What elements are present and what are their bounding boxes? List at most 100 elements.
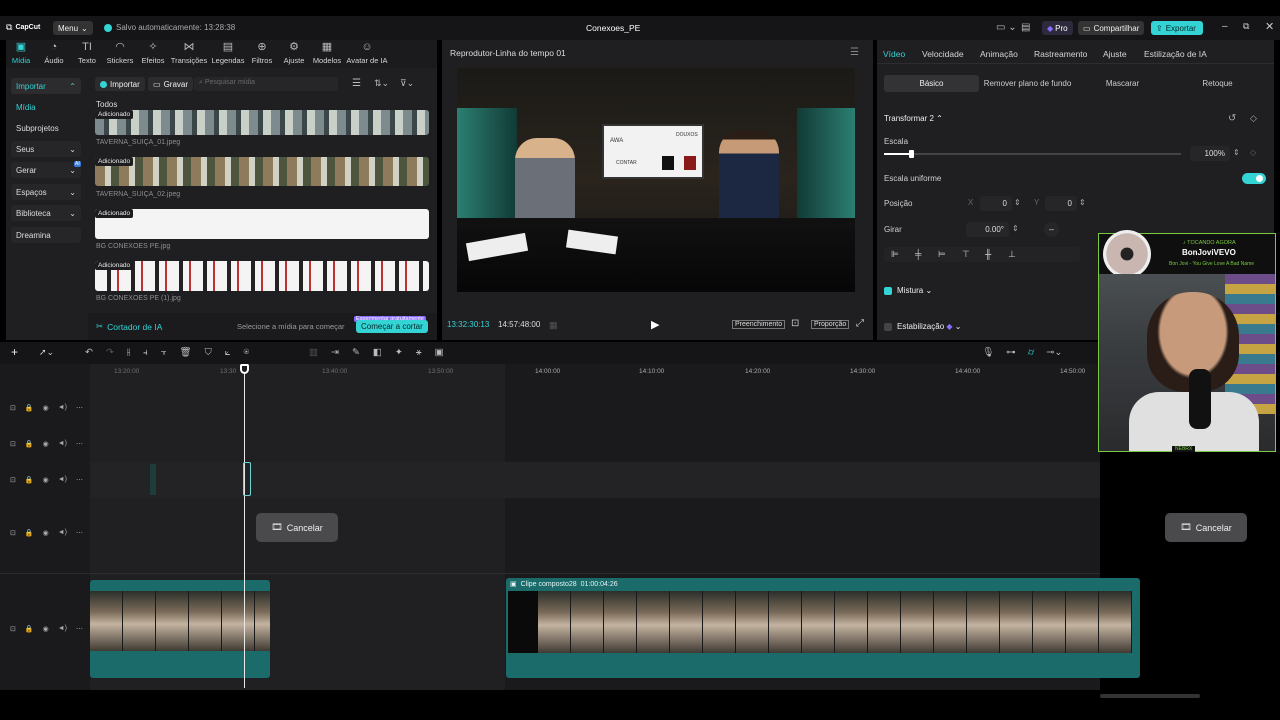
playhead-handle[interactable] — [240, 364, 249, 374]
tab-speed[interactable]: Velocidade — [922, 49, 964, 59]
more-icon[interactable]: ⋯ — [76, 476, 83, 484]
pen-icon[interactable]: ✎ — [352, 347, 360, 358]
tab-audio[interactable]: ◔ Áudio — [37, 42, 71, 66]
video-preview[interactable]: AWA CONTAR DOUXOS — [457, 68, 855, 292]
eye-icon[interactable]: ◉ — [43, 440, 49, 448]
subtab-mask[interactable]: Mascarar — [1075, 75, 1170, 92]
shortcuts-icon[interactable]: ▤ — [1021, 22, 1030, 33]
volume-icon[interactable]: ◄) — [58, 625, 67, 633]
stabilize-checkbox[interactable] — [884, 323, 892, 331]
track-toggle-icon[interactable]: ⊡ — [10, 404, 16, 412]
share-button[interactable]: ▭ Compartilhar — [1078, 21, 1145, 35]
magnet-icon[interactable]: ⌭ — [1028, 347, 1035, 358]
small-clip[interactable] — [150, 464, 156, 495]
redo-icon[interactable]: ↷ — [106, 347, 114, 358]
more-icon[interactable]: ⋯ — [76, 625, 83, 633]
compound-clip[interactable]: ▣ Clipe composto28 01:00:04:26 — [506, 578, 1140, 678]
fill-button[interactable]: Preenchimento — [732, 320, 786, 329]
blend-label[interactable]: Mistura ⌄ — [897, 286, 932, 295]
tab-filters[interactable]: ⊕ Filtros — [245, 42, 279, 66]
import-nav[interactable]: Importar ⌃ — [11, 78, 81, 94]
lock-icon[interactable]: 🔒 — [25, 404, 34, 412]
tab-animation[interactable]: Animação — [980, 49, 1018, 59]
magic-icon[interactable]: ✦ — [395, 347, 403, 358]
mirror-icon[interactable]: ◧ — [373, 347, 382, 358]
subtab-remove-bg[interactable]: Remover plano de fundo — [980, 75, 1075, 92]
effect-tool-icon[interactable]: ⍟ — [243, 347, 249, 358]
uniform-scale-toggle[interactable] — [1242, 173, 1266, 184]
track-toggle-icon[interactable]: ⊡ — [10, 625, 16, 633]
tab-ai-avatar[interactable]: ☺ Avatar de IA — [345, 42, 389, 66]
close-icon[interactable]: ✕ — [1265, 20, 1274, 33]
layout-icon[interactable]: ▭ ⌄ — [996, 22, 1017, 33]
transform-header[interactable]: Transformar 2 ⌃ — [884, 114, 943, 123]
menu-button[interactable]: Menu ⌄ — [53, 21, 93, 35]
eye-icon[interactable]: ◉ — [43, 529, 49, 537]
start-cutting-button[interactable]: Começar a cortar — [356, 320, 428, 333]
tab-tracking[interactable]: Rastreamento — [1034, 49, 1087, 59]
ratio-button[interactable]: Proporção — [811, 320, 850, 329]
sort-icon[interactable]: ⇅⌄ — [374, 78, 389, 89]
filter-icon[interactable]: ⊽⌄ — [400, 78, 414, 89]
tab-templates[interactable]: ▦ Modelos — [310, 42, 344, 66]
mic-icon[interactable]: 🎙 — [982, 347, 994, 358]
select-tool-icon[interactable]: ➚⌄ — [39, 347, 54, 358]
keyframe-icon[interactable]: ◇ — [1250, 113, 1257, 124]
subtab-basic[interactable]: Básico — [884, 75, 979, 92]
tab-adjust[interactable]: ⚙ Ajuste — [277, 42, 311, 66]
align-middle-icon[interactable]: ╫ — [985, 249, 991, 259]
tab-ai-style[interactable]: Estilização de IA — [1144, 49, 1207, 59]
nav-yours[interactable]: Seus ⌄ — [11, 141, 81, 157]
timeline-icon[interactable]: ▦ — [549, 320, 558, 331]
rotate-input[interactable]: 0.00° — [966, 222, 1009, 237]
list-view-icon[interactable]: ☰ — [352, 78, 361, 89]
undo-icon[interactable]: ↶ — [85, 347, 93, 358]
align-center-icon[interactable]: ╪ — [915, 249, 921, 259]
tab-captions[interactable]: ▤ Legendas — [208, 42, 248, 66]
lock-icon[interactable]: 🔒 — [25, 529, 34, 537]
align-bottom-icon[interactable]: ⊥ — [1008, 249, 1016, 260]
tab-transitions[interactable]: ⋈ Transições — [169, 42, 209, 66]
delete-icon[interactable]: 🗑 — [180, 347, 192, 358]
fullscreen-icon[interactable]: ⤢ — [856, 318, 864, 329]
minimize-icon[interactable]: – — [1222, 21, 1228, 32]
tab-adjust-right[interactable]: Ajuste — [1103, 49, 1127, 59]
freeze-icon[interactable]: ▥ — [309, 347, 318, 358]
wand-icon[interactable]: ⚹ — [416, 347, 422, 358]
eye-icon[interactable]: ◉ — [43, 476, 49, 484]
lock-icon[interactable]: 🔒 — [25, 625, 34, 633]
pos-x-input[interactable]: 0 — [980, 196, 1012, 211]
nav-library[interactable]: Biblioteca ⌄ — [11, 205, 81, 221]
cancel-button[interactable]: 🎞 Cancelar — [1165, 513, 1247, 542]
volume-icon[interactable]: ◄) — [58, 404, 67, 412]
timeline-scrollbar[interactable] — [1100, 694, 1200, 698]
subtab-retouch[interactable]: Retoque — [1170, 75, 1265, 92]
eye-icon[interactable]: ◉ — [43, 625, 49, 633]
lock-icon[interactable]: 🔒 — [25, 476, 34, 484]
track-toggle-icon[interactable]: ⊡ — [10, 476, 16, 484]
playhead[interactable] — [244, 364, 245, 688]
scale-slider[interactable] — [884, 150, 1181, 158]
volume-icon[interactable]: ◄) — [58, 440, 67, 448]
media-item[interactable]: Adicionado — [95, 261, 429, 291]
tab-stickers[interactable]: ◠ Stickers — [103, 42, 137, 66]
more-icon[interactable]: ⋯ — [76, 404, 83, 412]
media-item[interactable]: Adicionado — [95, 209, 429, 239]
nav-media[interactable]: Mídia — [11, 99, 81, 115]
more-icon[interactable]: ⋯ — [76, 440, 83, 448]
scale-slider-thumb[interactable] — [908, 150, 914, 158]
tab-text[interactable]: TI Texto — [70, 42, 104, 66]
export-button[interactable]: ⇪ Exportar — [1151, 21, 1203, 35]
stepper-icon[interactable]: ⇕ — [1079, 198, 1086, 207]
track-toggle-icon[interactable]: ⊡ — [10, 529, 16, 537]
rotate-dial[interactable]: – — [1044, 222, 1059, 237]
nav-subprojects[interactable]: Subprojetos — [11, 120, 81, 136]
track-toggle-icon[interactable]: ⊡ — [10, 440, 16, 448]
extend-icon[interactable]: ⇥ — [331, 347, 339, 358]
chain-icon[interactable]: ⊸⌄ — [1046, 347, 1062, 358]
split-left-icon[interactable]: ⫞ — [143, 347, 148, 358]
search-input[interactable]: ⌕ Pesquisar mídia — [194, 77, 338, 91]
split-right-icon[interactable]: ⫟ — [161, 347, 167, 358]
nav-generate[interactable]: Gerar ⌄ — [11, 162, 81, 178]
volume-icon[interactable]: ◄) — [58, 529, 67, 537]
